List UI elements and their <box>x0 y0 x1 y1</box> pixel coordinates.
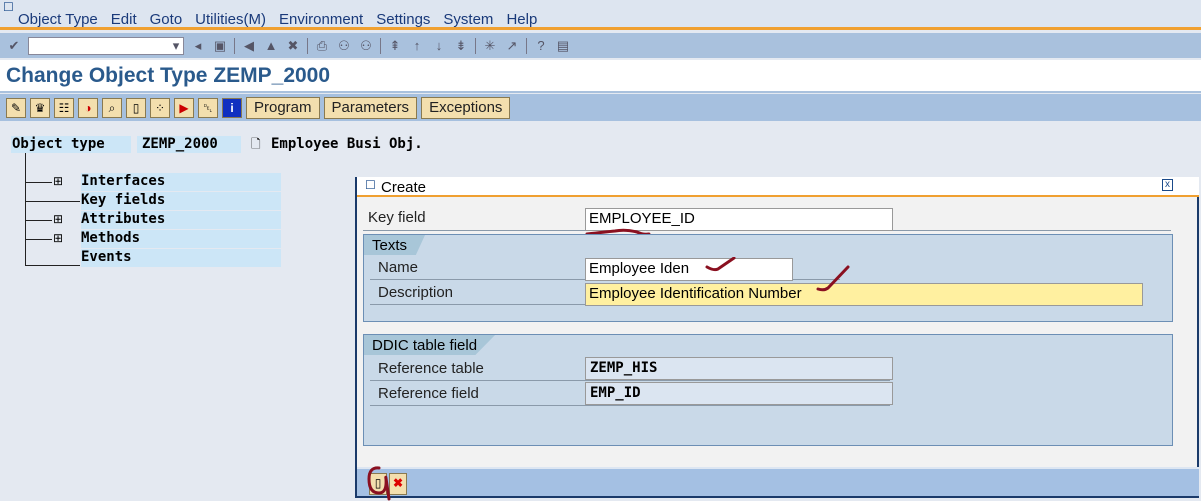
menu-environment[interactable]: Environment <box>279 11 363 28</box>
enter-icon[interactable]: ✔ <box>6 38 22 54</box>
texts-tab: Texts <box>364 235 426 255</box>
exceptions-button[interactable]: Exceptions <box>421 96 511 119</box>
application-toolbar: ✎ ♛ ☷ ◑ ⌕ ▯ ⁘ ▶ ␡ i Program Parameters E… <box>0 94 1201 121</box>
reference-table-value: ZEMP_HIS <box>585 357 893 380</box>
tree-node-attributes[interactable]: Attributes <box>81 211 281 229</box>
expand-folder-icon[interactable]: ⊞ <box>53 231 63 245</box>
program-button[interactable]: Program <box>246 96 320 119</box>
shortcut-icon[interactable]: ↗ <box>504 38 520 54</box>
save-icon[interactable]: ▣ <box>212 38 228 54</box>
create-dialog: ☐ Create x Key field EMPLOYEE_ID Texts N… <box>355 177 1199 501</box>
edit-pencil-icon[interactable]: ✎ <box>6 97 26 118</box>
dialog-menu-icon[interactable]: ☐ <box>365 178 376 192</box>
search-icon[interactable]: ⌕ <box>102 97 122 118</box>
expand-folder-icon[interactable]: ⊞ <box>53 174 63 188</box>
new-session-icon[interactable]: ✳ <box>482 38 498 54</box>
name-label: Name <box>378 259 419 276</box>
reference-table-label: Reference table <box>378 360 484 377</box>
expand-folder-icon[interactable]: ⊞ <box>53 212 63 226</box>
exit-icon[interactable]: ▲ <box>263 38 279 54</box>
back-arrow-icon[interactable]: ◂ <box>190 38 206 54</box>
create-icon[interactable]: ▯ <box>126 97 146 118</box>
menu-bar: ☐ Object Type Edit Goto Utilities(M) Env… <box>0 0 1201 30</box>
reference-field-value: EMP_ID <box>585 382 893 405</box>
dialog-title-bar: ☐ Create x <box>357 177 1199 197</box>
annotation-checkmarks <box>705 257 850 292</box>
last-page-icon[interactable]: ⇟ <box>453 38 469 54</box>
window-menu-icon[interactable]: ☐ <box>3 0 14 14</box>
find-icon[interactable]: ⚇ <box>336 38 352 54</box>
hierarchy-icon[interactable]: ☷ <box>54 97 74 118</box>
separator <box>380 37 381 54</box>
print-icon[interactable]: ⎙ <box>314 38 330 54</box>
description-label: Description <box>378 284 454 301</box>
cancel-icon[interactable]: ✖ <box>285 38 301 54</box>
layout-menu-icon[interactable]: ▤ <box>555 38 571 54</box>
next-page-icon[interactable]: ↓ <box>431 38 447 54</box>
tree-node-interfaces[interactable]: Interfaces <box>81 173 281 191</box>
key-field-label: Key field <box>368 209 426 226</box>
separator <box>526 37 527 54</box>
menu-edit[interactable]: Edit <box>111 11 137 28</box>
generate-icon[interactable]: ⁘ <box>150 97 170 118</box>
ddic-tab: DDIC table field <box>364 335 496 355</box>
title-bar: Change Object Type ZEMP_2000 <box>0 60 1201 93</box>
annotation-circle <box>367 466 391 501</box>
hat-icon[interactable]: ♛ <box>30 97 50 118</box>
tree-node-events[interactable]: Events <box>81 249 281 267</box>
tree-line <box>25 153 26 266</box>
parameters-button[interactable]: Parameters <box>323 96 418 119</box>
help-icon[interactable]: ? <box>533 38 549 54</box>
separator <box>475 37 476 54</box>
menu-goto[interactable]: Goto <box>150 11 183 28</box>
test-icon[interactable]: ◑ <box>78 97 98 118</box>
object-type-description: Employee Busi Obj. <box>271 136 423 152</box>
menu-system[interactable]: System <box>443 11 493 28</box>
description-input[interactable]: Employee Identification Number <box>585 283 1143 306</box>
document-icon: 🗋 <box>251 137 261 151</box>
menu-utilities[interactable]: Utilities(M) <box>195 11 266 28</box>
tree-node-methods[interactable]: Methods <box>81 230 281 248</box>
separator <box>234 37 235 54</box>
dialog-footer: ▯ ✖ <box>357 466 1199 501</box>
close-icon[interactable]: x <box>1162 179 1173 191</box>
delete-icon[interactable]: ␡ <box>198 97 218 118</box>
menu-object-type[interactable]: Object Type <box>18 11 98 28</box>
back-icon[interactable]: ◀ <box>241 38 257 54</box>
system-toolbar: ✔ ▾ ◂ ▣ ◀ ▲ ✖ ⎙ ⚇ ⚇ ⇞ ↑ ↓ ⇟ ✳ ↗ ? ▤ <box>0 33 1201 58</box>
object-type-value: ZEMP_2000 <box>137 136 241 153</box>
dialog-title: Create <box>381 179 427 196</box>
tree-node-key-fields[interactable]: Key fields <box>81 192 281 210</box>
separator <box>307 37 308 54</box>
command-field[interactable] <box>28 36 184 55</box>
object-type-label: Object type <box>11 136 131 153</box>
previous-page-icon[interactable]: ↑ <box>409 38 425 54</box>
menu-settings[interactable]: Settings <box>376 11 430 28</box>
menu-help[interactable]: Help <box>506 11 537 28</box>
info-icon[interactable]: i <box>222 97 242 118</box>
command-dropdown-icon[interactable]: ▾ <box>168 38 184 54</box>
first-page-icon[interactable]: ⇞ <box>387 38 403 54</box>
page-title: Change Object Type ZEMP_2000 <box>6 64 331 87</box>
find-next-icon[interactable]: ⚇ <box>358 38 374 54</box>
execute-icon[interactable]: ▶ <box>174 97 194 118</box>
reference-field-label: Reference field <box>378 385 479 402</box>
